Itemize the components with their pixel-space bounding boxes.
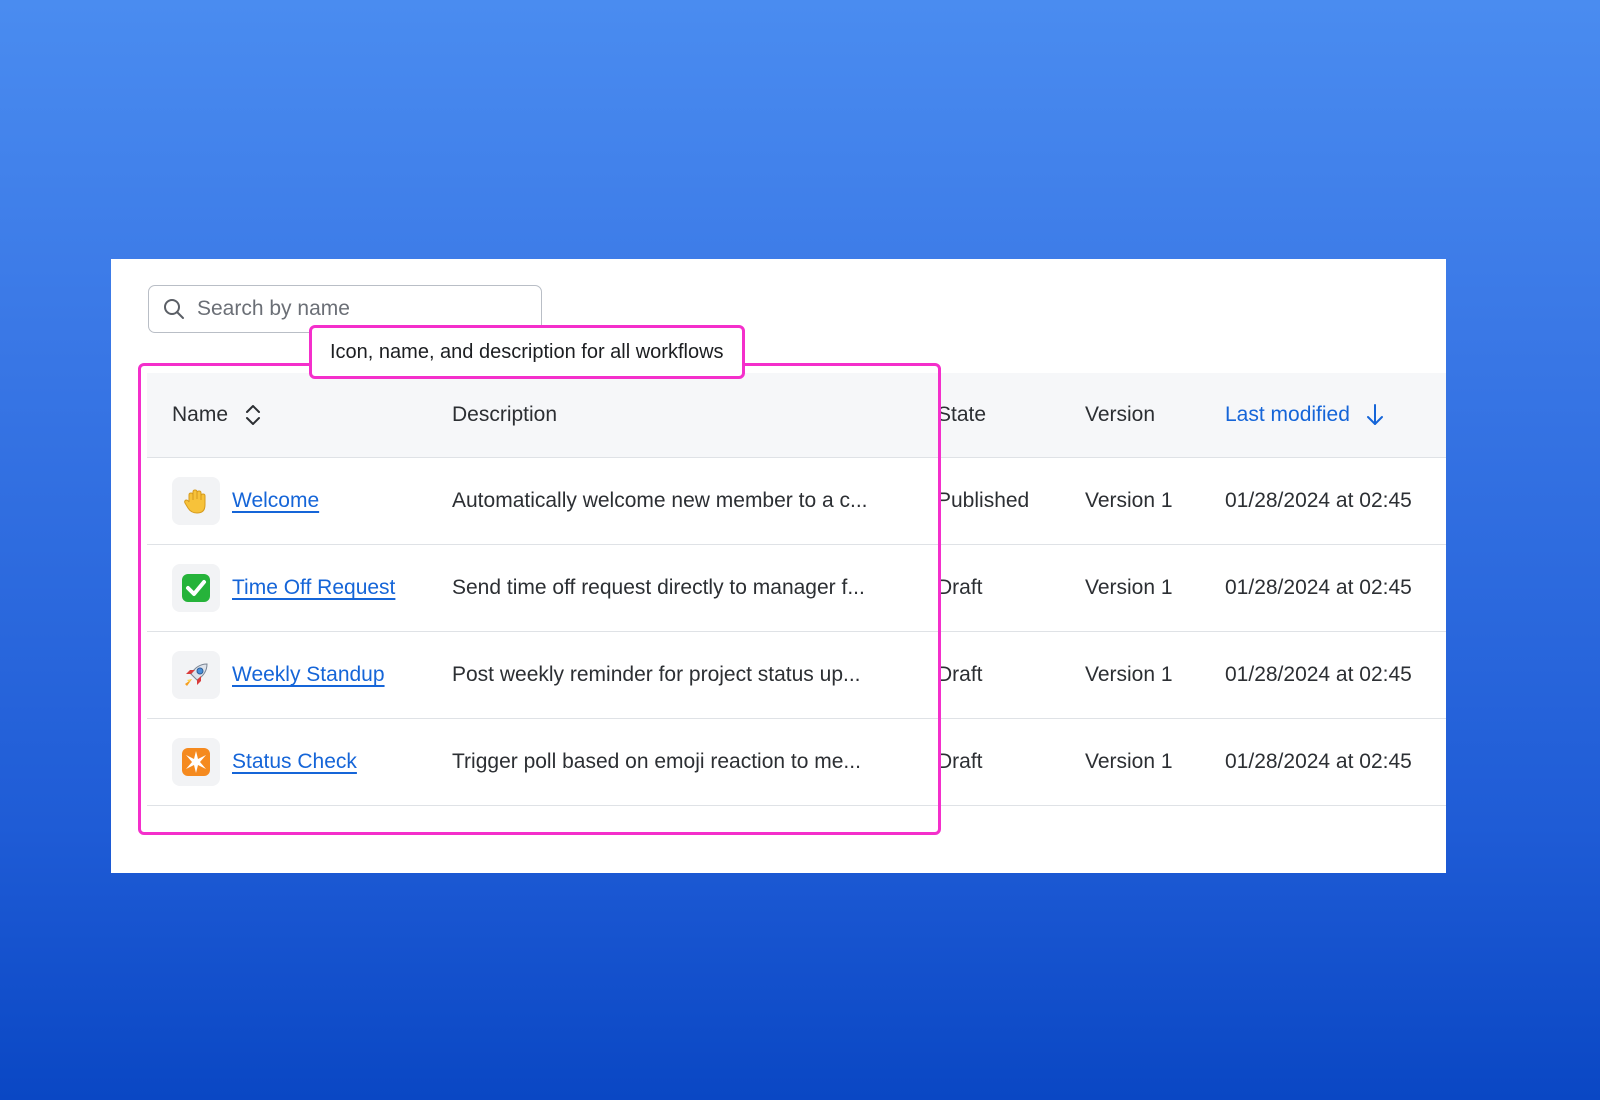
row-state: Draft [937,576,983,599]
arrow-down-icon[interactable] [1366,403,1384,427]
column-header-state: State [937,403,987,426]
check-mark-icon [172,564,220,612]
row-last-modified: 01/28/2024 at 02:45 [1225,576,1412,599]
row-name-cell: Weekly Standup [172,632,385,718]
table-row[interactable]: Weekly Standup Post weekly reminder for … [147,632,1446,719]
row-last-modified: 01/28/2024 at 02:45 [1225,750,1412,773]
sort-toggle-icon[interactable] [244,404,262,426]
workflow-link[interactable]: Time Off Request [232,576,395,600]
row-description: Send time off request directly to manage… [452,576,865,599]
workflow-link[interactable]: Status Check [232,750,357,774]
row-state: Draft [937,663,983,686]
row-version: Version 1 [1085,663,1173,686]
column-header-last-modified-label: Last modified [1225,403,1350,426]
row-description: Automatically welcome new member to a c.… [452,489,868,512]
row-name-cell: Welcome [172,458,319,544]
search-input[interactable] [195,296,519,322]
table-row[interactable]: Welcome Automatically welcome new member… [147,458,1446,545]
row-description: Post weekly reminder for project status … [452,663,861,686]
table-row[interactable]: Time Off Request Send time off request d… [147,545,1446,632]
workflow-link[interactable]: Weekly Standup [232,663,385,687]
search-icon [164,299,184,319]
row-last-modified: 01/28/2024 at 02:45 [1225,663,1412,686]
row-description: Trigger poll based on emoji reaction to … [452,750,861,773]
column-header-name[interactable]: Name [172,373,262,457]
workflow-link[interactable]: Welcome [232,489,319,513]
workflows-table: Name Description State Version Last modi… [147,373,1446,806]
annotation-label: Icon, name, and description for all work… [309,325,745,379]
row-version: Version 1 [1085,489,1173,512]
row-version: Version 1 [1085,576,1173,599]
row-state: Draft [937,750,983,773]
column-header-description: Description [452,403,558,426]
row-version: Version 1 [1085,750,1173,773]
table-row[interactable]: Status Check Trigger poll based on emoji… [147,719,1446,806]
table-header: Name Description State Version Last modi… [147,373,1446,458]
column-header-last-modified[interactable]: Last modified [1225,373,1384,457]
row-last-modified: 01/28/2024 at 02:45 [1225,489,1412,512]
column-header-name-label: Name [172,403,229,426]
row-name-cell: Status Check [172,719,357,805]
sparkle-icon [172,738,220,786]
waving-hand-icon [172,477,220,525]
row-state: Published [937,489,1030,512]
column-header-version: Version [1085,403,1156,426]
row-name-cell: Time Off Request [172,545,395,631]
rocket-icon [172,651,220,699]
